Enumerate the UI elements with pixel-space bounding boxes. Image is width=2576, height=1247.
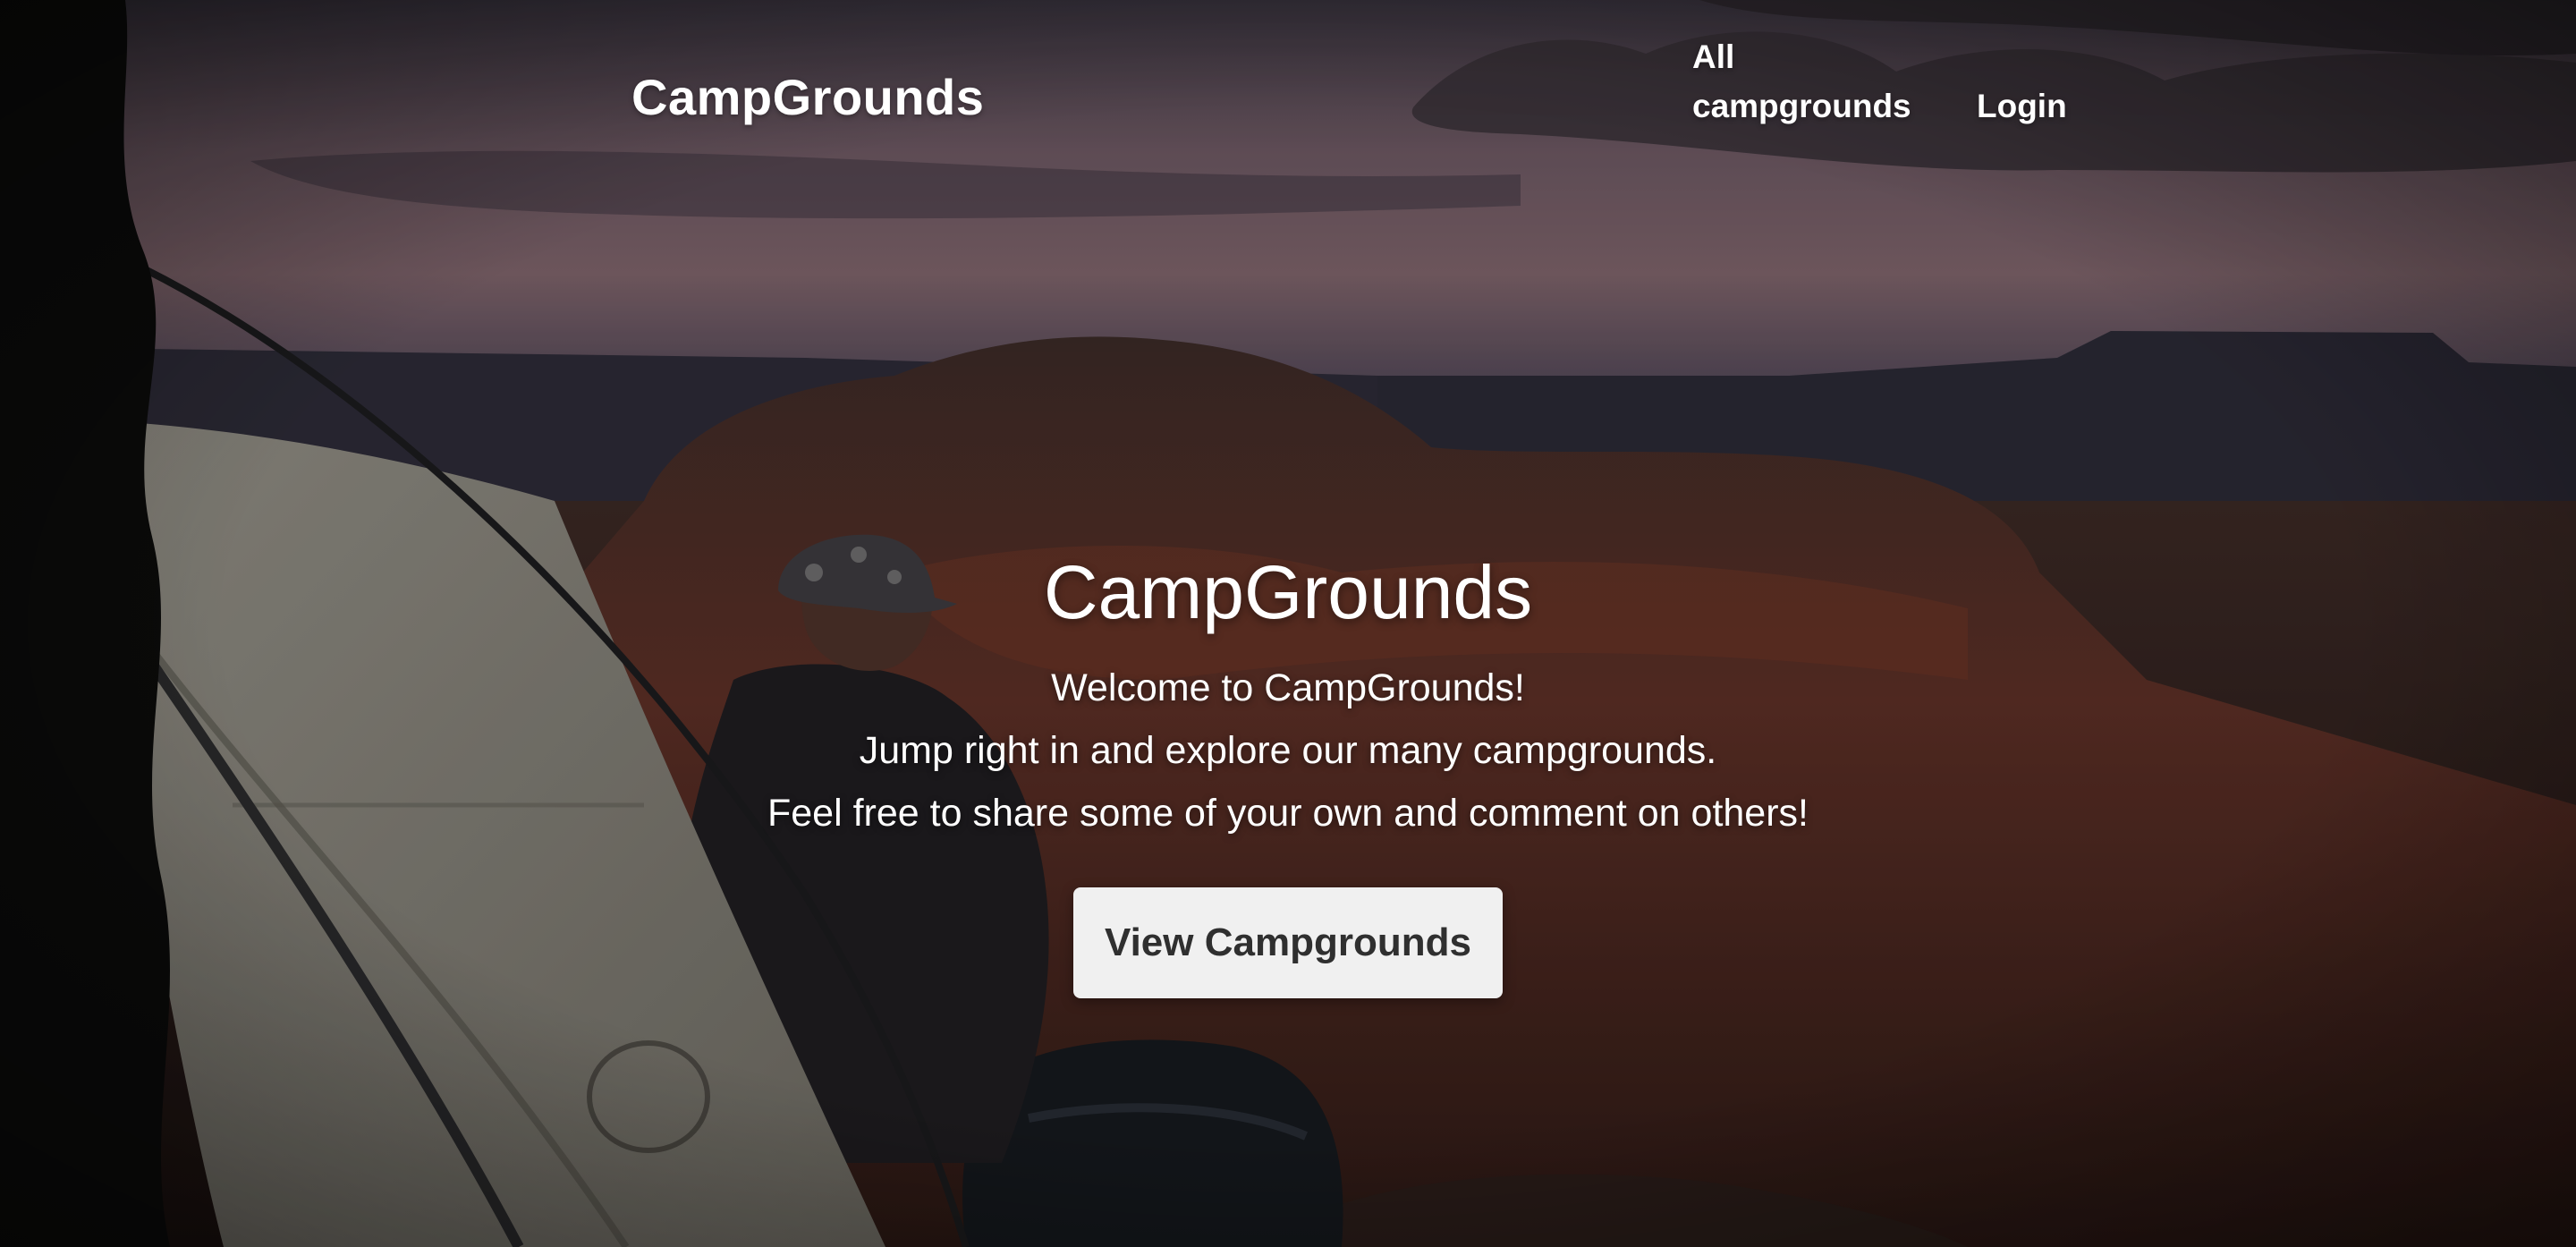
hero-welcome-text: Welcome to CampGrounds!	[1051, 666, 1525, 709]
nav-login-link[interactable]: Login	[1977, 81, 2067, 131]
brand-logo-link[interactable]: CampGrounds	[631, 68, 984, 126]
hero-explore-text: Jump right in and explore our many campg…	[859, 729, 1717, 772]
landing-page: CampGrounds All campgrounds Login CampGr…	[0, 0, 2576, 1247]
hero-share-text: Feel free to share some of your own and …	[767, 792, 1809, 835]
main-nav: All campgrounds Login	[1692, 32, 2067, 131]
hero-title: CampGrounds	[1043, 550, 1533, 634]
view-campgrounds-button[interactable]: View Campgrounds	[1073, 887, 1503, 998]
hero-section: CampGrounds Welcome to CampGrounds! Jump…	[0, 547, 2576, 998]
nav-all-campgrounds-link[interactable]: All campgrounds	[1692, 32, 1925, 131]
